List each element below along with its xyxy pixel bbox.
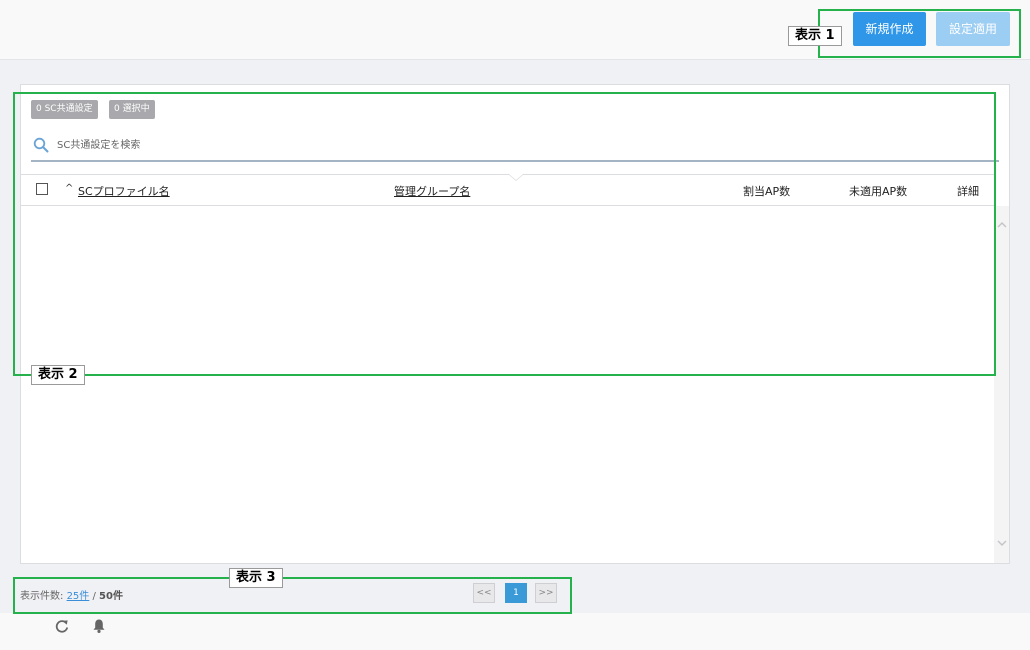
annotation-box-3 <box>13 577 572 614</box>
chevron-up-icon[interactable] <box>997 221 1007 229</box>
bottom-bar <box>0 613 1030 650</box>
bell-icon[interactable] <box>92 618 106 634</box>
annotation-label-3: 表示 3 <box>229 568 283 588</box>
annotation-label-1: 表示 1 <box>788 26 842 46</box>
chevron-down-icon[interactable] <box>997 539 1007 547</box>
annotation-box-2 <box>13 92 996 376</box>
annotation-label-2: 表示 2 <box>31 365 85 385</box>
annotation-box-1 <box>818 9 1021 58</box>
refresh-icon[interactable] <box>54 618 70 634</box>
table-scrollbar[interactable] <box>994 206 1009 563</box>
